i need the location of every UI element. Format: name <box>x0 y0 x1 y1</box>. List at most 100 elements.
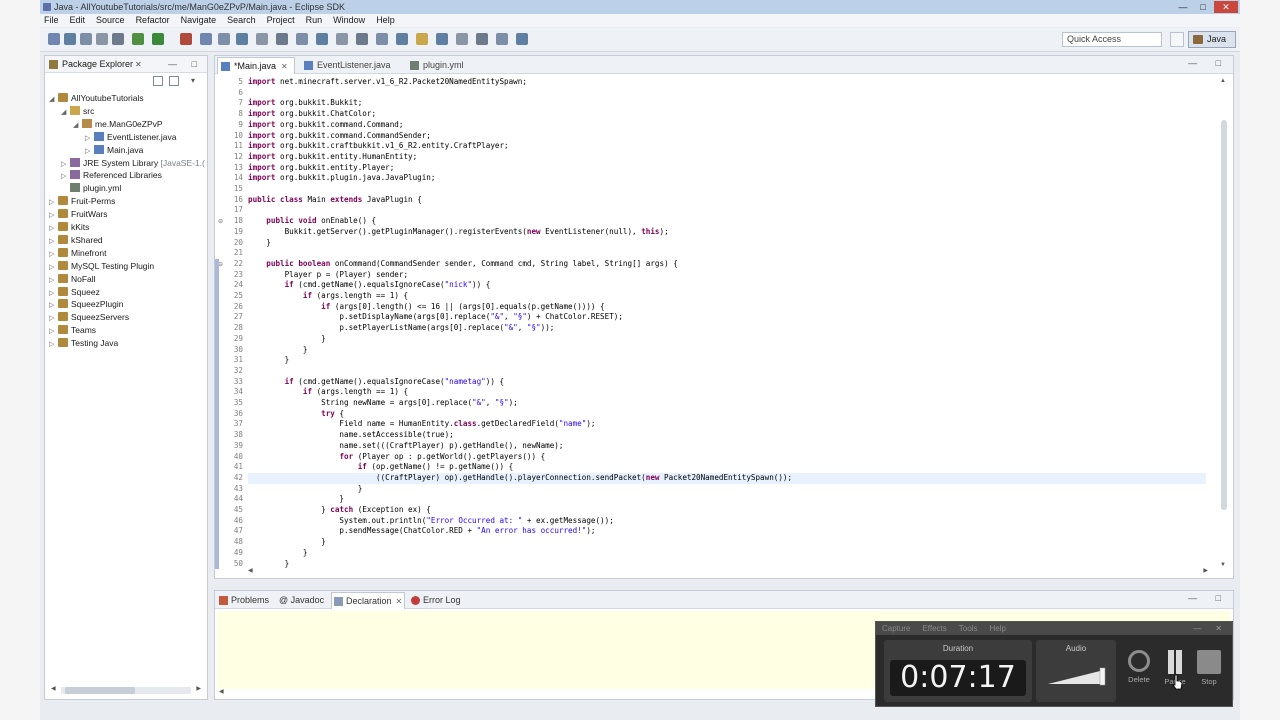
code-line[interactable]: import org.bukkit.command.CommandSender; <box>248 131 1206 142</box>
recorder-window-controls[interactable]: — ✕ <box>1193 622 1228 635</box>
editor-hscroll[interactable]: ◀ ▶ <box>248 567 1208 577</box>
toolbar-button-icon[interactable] <box>356 33 368 45</box>
recorder-menu-tools[interactable]: Tools <box>959 622 978 635</box>
code-line[interactable]: } <box>248 355 1206 366</box>
code-line[interactable]: import org.bukkit.craftbukkit.v1_6_R2.en… <box>248 141 1206 152</box>
tree-item[interactable]: ▷ MySQL Testing Plugin <box>49 260 154 273</box>
code-line[interactable]: import org.bukkit.command.Command; <box>248 120 1206 131</box>
tab-main-java[interactable]: *Main.java ✕ <box>217 57 295 74</box>
toolbar-button-icon[interactable] <box>496 33 508 45</box>
recorder-menu-effects[interactable]: Effects <box>922 622 946 635</box>
toolbar-button-icon[interactable] <box>256 33 268 45</box>
panel-view-controls[interactable]: — □ <box>1188 593 1229 603</box>
toolbar-button-icon[interactable] <box>96 33 108 45</box>
expand-arrow-icon[interactable]: ▷ <box>49 338 58 351</box>
code-line[interactable]: for (Player op : p.getWorld().getPlayers… <box>248 452 1206 463</box>
tree-item[interactable]: ▷ NoFall <box>49 273 96 286</box>
expand-arrow-icon[interactable]: ◢ <box>73 119 82 132</box>
toolbar-button-icon[interactable] <box>80 33 92 45</box>
code-line[interactable]: if (cmd.getName().equalsIgnoreCase("name… <box>248 377 1206 388</box>
code-line[interactable]: public class Main extends JavaPlugin { <box>248 195 1206 206</box>
tree-item[interactable]: ▷ Teams <box>49 324 96 337</box>
menu-edit[interactable]: Edit <box>70 14 86 27</box>
code-line[interactable]: if (args[0].length() <= 16 || (args[0].e… <box>248 302 1206 313</box>
code-line[interactable]: import org.bukkit.entity.Player; <box>248 163 1206 174</box>
tree-item[interactable]: ▷ Squeez <box>49 286 100 299</box>
tree-item[interactable]: ▷ kShared <box>49 234 103 247</box>
tree-item[interactable]: ▷ SqueezServers <box>49 311 129 324</box>
code-line[interactable]: public boolean onCommand(CommandSender s… <box>248 259 1206 270</box>
toolbar-button-icon[interactable] <box>336 33 348 45</box>
package-explorer-title[interactable]: Package Explorer <box>62 56 133 73</box>
tab-eventlistener-java[interactable]: EventListener.java <box>301 57 397 74</box>
tree-item[interactable]: ▷ kKits <box>49 221 89 234</box>
code-line[interactable]: import org.bukkit.Bukkit; <box>248 98 1206 109</box>
toolbar-button-icon[interactable] <box>376 33 388 45</box>
code-line[interactable]: } <box>248 548 1206 559</box>
editor-view-controls[interactable]: — □ <box>1188 58 1229 68</box>
code-line[interactable]: System.out.println("Error Occurred at: "… <box>248 516 1206 527</box>
fold-toggle-icon[interactable]: ⊖ <box>218 218 223 225</box>
menu-search[interactable]: Search <box>227 14 256 27</box>
tree-item[interactable]: ◢ src <box>61 105 94 118</box>
code-line[interactable]: if (cmd.getName().equalsIgnoreCase("nick… <box>248 280 1206 291</box>
toolbar-button-icon[interactable] <box>516 33 528 45</box>
code-line[interactable]: p.setDisplayName(args[0].replace("&", "§… <box>248 312 1206 323</box>
toolbar-button-icon[interactable] <box>132 33 144 45</box>
tree-item[interactable]: ▷ FruitWars <box>49 208 108 221</box>
tree-item[interactable]: ◢ AllYoutubeTutorials <box>49 92 144 105</box>
code-line[interactable]: } <box>248 345 1206 356</box>
code-line[interactable]: try { <box>248 409 1206 420</box>
code-line[interactable]: } <box>248 238 1206 249</box>
toolbar-button-icon[interactable] <box>316 33 328 45</box>
menu-project[interactable]: Project <box>267 14 295 27</box>
code-line[interactable]: import org.bukkit.plugin.java.JavaPlugin… <box>248 173 1206 184</box>
toolbar-button-icon[interactable] <box>236 33 248 45</box>
code-line[interactable]: public void onEnable() { <box>248 216 1206 227</box>
tab-plugin-yml[interactable]: plugin.yml <box>407 57 479 74</box>
close-tab-icon[interactable]: ✕ <box>396 597 403 606</box>
code-line[interactable]: if (args.length == 1) { <box>248 291 1206 302</box>
maximize-button[interactable]: □ <box>1194 1 1212 13</box>
toolbar-button-icon[interactable] <box>276 33 288 45</box>
tree-item[interactable]: ▷ Minefront <box>49 247 106 260</box>
menu-window[interactable]: Window <box>333 14 365 27</box>
code-line[interactable]: import net.minecraft.server.v1_6_R2.Pack… <box>248 77 1206 88</box>
tree-item[interactable]: ▷ Main.java <box>85 144 143 157</box>
tree-item[interactable]: ▷ Fruit-Perms <box>49 195 115 208</box>
toolbar-button-icon[interactable] <box>218 33 230 45</box>
tab-javadoc[interactable]: @ Javadoc <box>277 592 329 609</box>
code-line[interactable]: ((CraftPlayer) op).getHandle().playerCon… <box>248 472 1206 484</box>
link-with-editor-icon[interactable] <box>169 76 179 86</box>
view-menu-icon[interactable]: ▾ <box>191 76 201 86</box>
toolbar-button-icon[interactable] <box>112 33 124 45</box>
toolbar-button-icon[interactable] <box>436 33 448 45</box>
menu-navigate[interactable]: Navigate <box>181 14 217 27</box>
tree-item[interactable]: ◢ me.ManG0eZPvP <box>73 118 163 131</box>
minimize-button[interactable]: — <box>1174 1 1192 13</box>
menu-help[interactable]: Help <box>376 14 395 27</box>
toolbar-button-icon[interactable] <box>476 33 488 45</box>
delete-button[interactable]: Delete <box>1122 650 1156 684</box>
close-tab-icon[interactable]: ✕ <box>281 62 288 71</box>
code-line[interactable]: name.setAccessible(true); <box>248 430 1206 441</box>
toolbar-button-icon[interactable] <box>200 33 212 45</box>
scroll-right-icon[interactable]: ▶ <box>196 685 201 692</box>
toolbar-button-icon[interactable] <box>396 33 408 45</box>
scroll-right-icon[interactable]: ▶ <box>1203 567 1208 574</box>
code-line[interactable]: String newName = args[0].replace("&", "§… <box>248 398 1206 409</box>
tree-item[interactable]: ▷ EventListener.java <box>85 131 176 144</box>
quick-access-input[interactable]: Quick Access <box>1062 32 1162 47</box>
java-perspective-button[interactable]: Java <box>1188 31 1236 48</box>
code-line[interactable]: } <box>248 484 1206 495</box>
tab-error-log[interactable]: Error Log <box>409 592 467 609</box>
editor-vscroll[interactable]: ▲ ▼ <box>1219 78 1229 568</box>
recorder-menu-help[interactable]: Help <box>989 622 1005 635</box>
collapse-all-icon[interactable] <box>153 76 163 86</box>
code-line[interactable]: import org.bukkit.entity.HumanEntity; <box>248 152 1206 163</box>
code-line[interactable]: import org.bukkit.ChatColor; <box>248 109 1206 120</box>
code-line[interactable]: Player p = (Player) sender; <box>248 270 1206 281</box>
code-line[interactable] <box>248 205 1206 216</box>
code-line[interactable]: p.sendMessage(ChatColor.RED + "An error … <box>248 526 1206 537</box>
audio-level-slider[interactable] <box>1048 666 1106 686</box>
